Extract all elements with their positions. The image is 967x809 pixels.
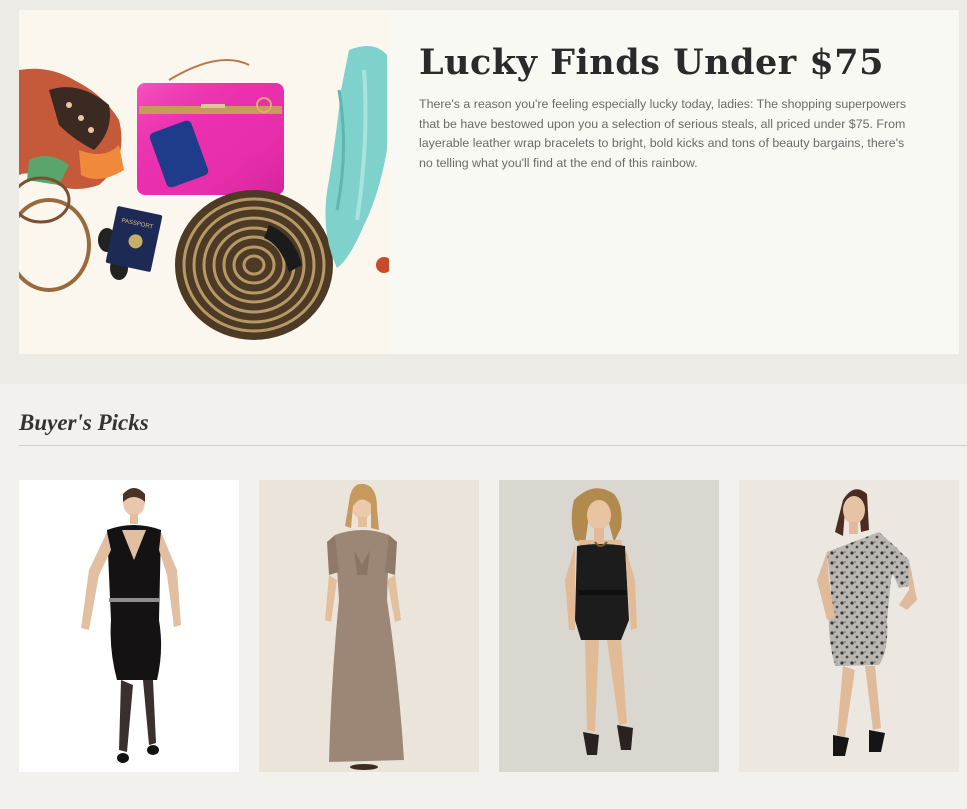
product-card-3[interactable] xyxy=(499,480,719,772)
black-strapless-romper-photo xyxy=(499,480,719,772)
buyers-picks-section: Buyer's Picks xyxy=(0,384,967,809)
product-card-1[interactable] xyxy=(19,480,239,772)
taupe-maxi-dress-photo xyxy=(259,480,479,772)
hero-banner: PASSPORT Lucky Finds Under $75 There's a… xyxy=(19,10,959,354)
hero-accessories-image[interactable]: PASSPORT xyxy=(19,10,389,354)
hero-text-block: Lucky Finds Under $75 There's a reason y… xyxy=(419,40,919,173)
hero-description: There's a reason you're feeling especial… xyxy=(419,97,907,170)
product-card-4[interactable] xyxy=(739,480,959,772)
product-card-2[interactable] xyxy=(259,480,479,772)
section-divider xyxy=(19,445,967,446)
buyers-picks-heading: Buyer's Picks xyxy=(19,410,149,435)
leopard-one-shoulder-dress-photo xyxy=(739,480,959,772)
hero-title: Lucky Finds Under $75 xyxy=(419,42,884,83)
black-velvet-dress-photo xyxy=(19,480,239,772)
